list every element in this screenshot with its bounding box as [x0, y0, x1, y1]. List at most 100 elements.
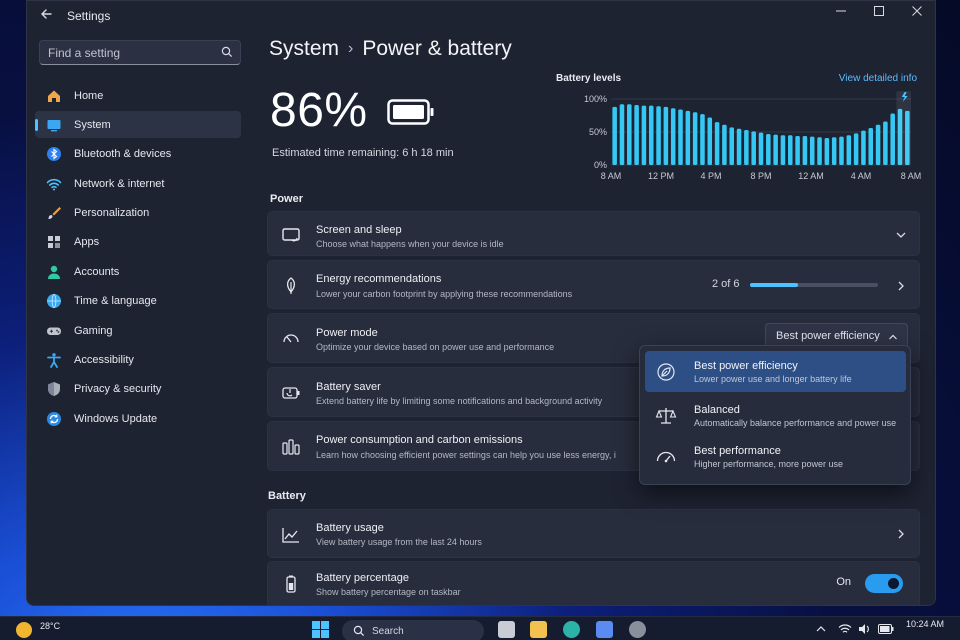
- chart-charging-highlight: [896, 91, 911, 165]
- battery-levels-chart: 100%50%0%8 AM 12 PM 4 PM 8 PM 12 AM 4 AM 8 AM: [584, 91, 921, 181]
- chart-bar: [751, 131, 756, 165]
- breadcrumb-separator: ›: [348, 40, 354, 57]
- chart-bar: [736, 128, 742, 165]
- chart-bar: [700, 114, 705, 165]
- battery-vertical-icon: [286, 575, 296, 593]
- battery-section-label: Battery: [268, 490, 306, 502]
- breadcrumb-parent[interactable]: System: [269, 37, 339, 60]
- wifi-icon[interactable]: [838, 623, 852, 635]
- edge-icon[interactable]: [563, 621, 580, 638]
- energy-recommendations-card[interactable]: Energy recommendations Lower your carbon…: [267, 260, 920, 309]
- chart-bar: [831, 137, 837, 165]
- power-mode-option-balanced[interactable]: Balanced Automatically balance performan…: [645, 395, 906, 436]
- chart-bar: [722, 124, 727, 165]
- battery-tray-icon[interactable]: [878, 624, 894, 634]
- card-subtitle: Extend battery life by limiting some not…: [316, 396, 603, 406]
- sidebar-item-bluetooth[interactable]: Bluetooth & devices: [35, 141, 241, 168]
- search-input[interactable]: [48, 45, 218, 61]
- chart-bar: [678, 109, 683, 165]
- chart-x-tick-label: 8 AM: [901, 171, 921, 181]
- page-title: Power & battery: [362, 37, 512, 60]
- taskbar: 28°C Search 10:24 AM: [0, 616, 960, 640]
- weather-temperature[interactable]: 28°C: [40, 621, 60, 631]
- option-subtitle: Automatically balance performance and po…: [694, 418, 897, 428]
- battery-percentage-toggle[interactable]: [865, 574, 903, 593]
- start-windows-icon[interactable]: [312, 621, 329, 638]
- sidebar-item-label: Apps: [74, 236, 100, 249]
- taskbar-clock[interactable]: 10:24 AM: [906, 619, 944, 629]
- chart-bar: [795, 135, 800, 165]
- recommendations-progress-bar: [750, 283, 878, 287]
- back-button[interactable]: [39, 7, 59, 25]
- sidebar-item-label: Time & language: [74, 295, 157, 308]
- power-mode-option-best-performance[interactable]: Best performance Higher performance, mor…: [645, 436, 906, 477]
- battery-saver-icon: [282, 387, 300, 399]
- sidebar-item-system[interactable]: System: [35, 111, 241, 139]
- chart-bar: [670, 108, 676, 165]
- chevron-up-icon[interactable]: [816, 625, 826, 633]
- option-title: Best power efficiency: [694, 360, 798, 372]
- weather-sun-icon[interactable]: [16, 622, 32, 638]
- estimated-time-remaining: Estimated time remaining: 6 h 18 min: [272, 147, 454, 159]
- sidebar-item-accounts[interactable]: Accounts: [35, 258, 241, 285]
- battery-percent: 86%: [270, 84, 368, 137]
- bluetooth-icon: [45, 145, 63, 163]
- card-title: Screen and sleep: [316, 224, 402, 236]
- chart-bar: [648, 105, 654, 165]
- maximize-button[interactable]: [861, 3, 897, 25]
- search-icon: [221, 46, 233, 58]
- chart-bar: [780, 135, 786, 165]
- chart-bar: [802, 135, 808, 165]
- settings-icon[interactable]: [629, 621, 646, 638]
- sidebar-item-accessibility[interactable]: Accessibility: [35, 347, 241, 374]
- close-button[interactable]: [899, 3, 935, 25]
- power-mode-selected-value: Best power efficiency: [776, 330, 880, 342]
- taskbar-search[interactable]: Search: [342, 620, 484, 640]
- battery-percentage-card: Battery percentage Show battery percenta…: [267, 561, 920, 605]
- minimize-button[interactable]: [823, 3, 859, 25]
- chart-bar: [627, 104, 632, 165]
- window-title: Settings: [67, 9, 111, 23]
- chart-bar: [656, 106, 661, 165]
- screen-sleep-card[interactable]: Screen and sleep Choose what happens whe…: [267, 211, 920, 256]
- chart-bar: [846, 135, 852, 165]
- chart-bar: [612, 106, 617, 165]
- chart-x-tick-label: 4 PM: [700, 171, 721, 181]
- sidebar-item-privacy[interactable]: Privacy & security: [35, 376, 241, 403]
- find-setting-search[interactable]: [39, 40, 241, 65]
- chart-bar: [707, 117, 713, 165]
- card-subtitle: Lower your carbon footprint by applying …: [316, 289, 573, 299]
- sidebar-item-gaming[interactable]: Gaming: [35, 317, 241, 344]
- system-icon: [45, 116, 63, 134]
- card-title: Energy recommendations: [316, 273, 442, 285]
- sidebar-item-apps[interactable]: Apps: [35, 229, 241, 256]
- chart-bar: [714, 122, 720, 165]
- sidebar-item-home[interactable]: Home: [35, 82, 241, 109]
- folder-icon[interactable]: [530, 621, 547, 638]
- store-icon[interactable]: [596, 621, 613, 638]
- sidebar-item-personalization[interactable]: Personalization: [35, 200, 241, 227]
- wifi-icon: [45, 175, 63, 193]
- line-chart-icon: [282, 528, 299, 543]
- chart-y-tick-label: 100%: [584, 94, 607, 104]
- volume-icon[interactable]: [858, 623, 872, 635]
- power-mode-option-best-efficiency[interactable]: Best power efficiency Lower power use an…: [645, 351, 906, 392]
- sidebar-item-windows-update[interactable]: Windows Update: [35, 405, 241, 432]
- recommendations-progress-text: 2 of 6: [712, 278, 740, 290]
- maximize-icon: [874, 6, 884, 16]
- card-subtitle: Show battery percentage on taskbar: [316, 587, 461, 597]
- card-title: Battery percentage: [316, 572, 409, 584]
- battery-usage-card[interactable]: Battery usage View battery usage from th…: [267, 509, 920, 558]
- accessibility-icon: [45, 351, 63, 369]
- view-detailed-info-link[interactable]: View detailed info: [839, 73, 917, 84]
- sidebar-item-time-language[interactable]: Time & language: [35, 288, 241, 315]
- file-explorer-icon[interactable]: [498, 621, 515, 638]
- sidebar-item-label: Home: [74, 89, 104, 102]
- option-title: Best performance: [694, 445, 781, 457]
- sidebar-item-network[interactable]: Network & internet: [35, 170, 241, 197]
- card-subtitle: Learn how choosing efficient power setti…: [316, 450, 616, 460]
- chart-x-tick-label: 4 AM: [851, 171, 872, 181]
- chart-bar: [875, 124, 881, 165]
- apps-icon: [45, 233, 63, 251]
- taskbar-search-label: Search: [372, 626, 404, 637]
